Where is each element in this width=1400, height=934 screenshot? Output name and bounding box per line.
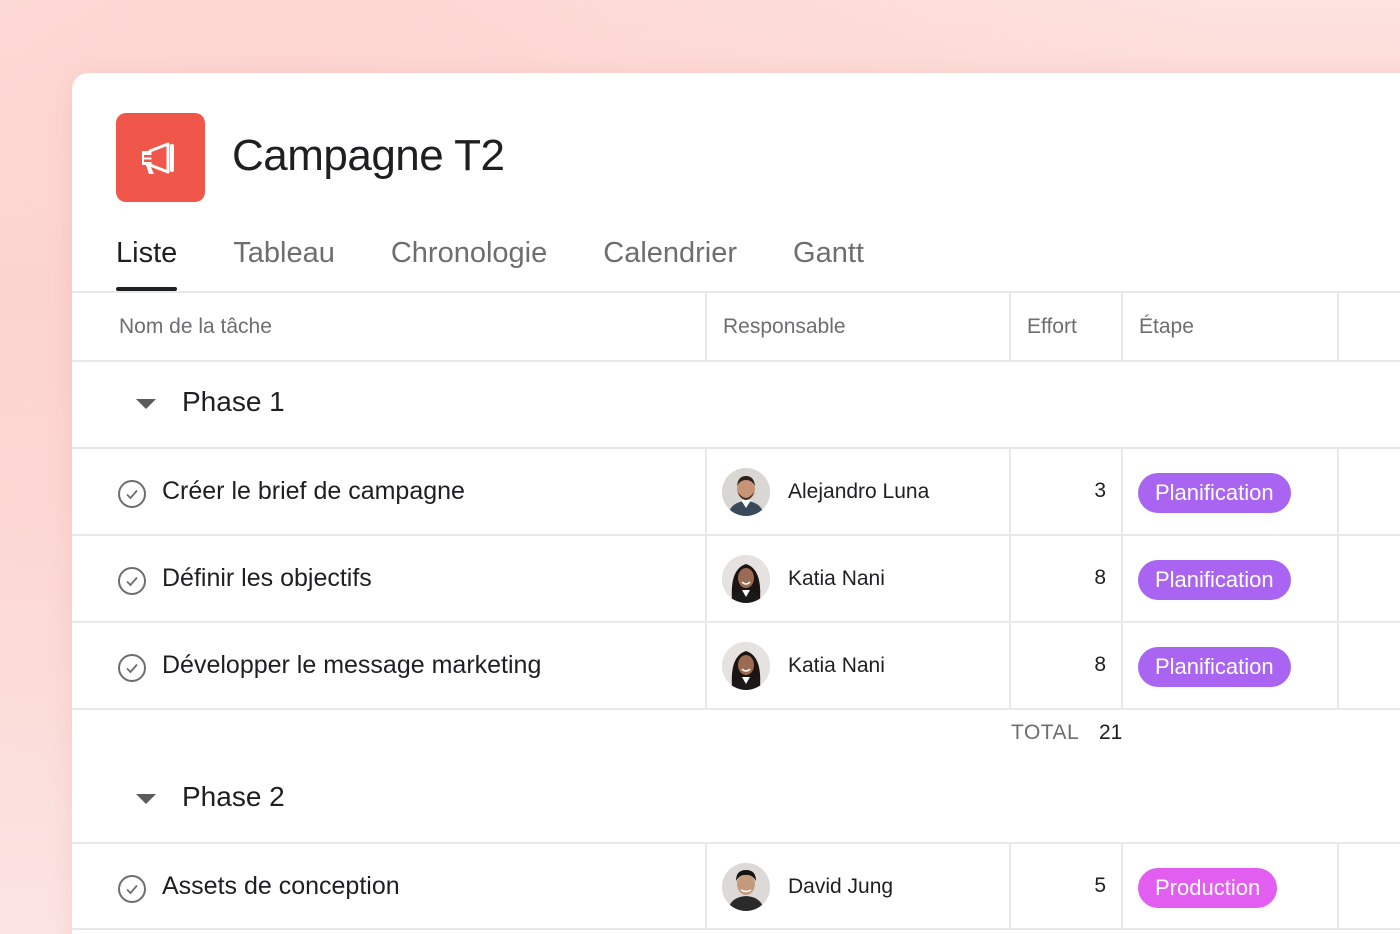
stage-badge[interactable]: Planification xyxy=(1138,560,1291,600)
effort-value[interactable]: 5 xyxy=(1010,874,1106,898)
project-panel: Campagne T2 Liste Tableau Chronologie Ca… xyxy=(72,73,1400,934)
avatar xyxy=(722,468,770,516)
section-header[interactable]: Phase 1 xyxy=(72,373,1400,433)
table-row[interactable]: Définir les objectifs Katia Nani 8 Plani… xyxy=(72,536,1400,622)
effort-value[interactable]: 3 xyxy=(1010,479,1106,503)
task-name[interactable]: Définir les objectifs xyxy=(162,564,372,593)
column-divider xyxy=(705,292,707,360)
task-name[interactable]: Assets de conception xyxy=(162,872,400,901)
table-row[interactable]: Assets de conception David Jung 5 Produc… xyxy=(72,844,1400,930)
check-circle-icon[interactable] xyxy=(118,567,146,595)
check-circle-icon[interactable] xyxy=(118,654,146,682)
avatar xyxy=(722,555,770,603)
check-circle-icon[interactable] xyxy=(118,875,146,903)
caret-down-icon[interactable] xyxy=(136,399,156,409)
tab-chronologie[interactable]: Chronologie xyxy=(391,231,547,291)
tab-tableau[interactable]: Tableau xyxy=(233,231,335,291)
check-circle-icon[interactable] xyxy=(118,480,146,508)
column-header-task[interactable]: Nom de la tâche xyxy=(119,315,272,339)
avatar xyxy=(722,863,770,911)
stage-badge[interactable]: Planification xyxy=(1138,473,1291,513)
stage-badge[interactable]: Production xyxy=(1138,868,1278,908)
column-header-assignee[interactable]: Responsable xyxy=(723,315,846,339)
column-divider xyxy=(1337,292,1339,360)
caret-down-icon[interactable] xyxy=(136,794,156,804)
task-name[interactable]: Développer le message marketing xyxy=(162,651,541,680)
column-divider xyxy=(1121,292,1123,360)
view-tabs: Liste Tableau Chronologie Calendrier Gan… xyxy=(116,231,920,291)
tab-liste[interactable]: Liste xyxy=(116,231,178,291)
column-divider xyxy=(1009,292,1011,360)
stage-badge[interactable]: Planification xyxy=(1138,647,1291,687)
header-divider xyxy=(72,360,1400,362)
assignee-name[interactable]: Katia Nani xyxy=(788,567,885,591)
section-header[interactable]: Phase 2 xyxy=(72,768,1400,828)
section-title: Phase 2 xyxy=(182,781,285,812)
tab-calendrier[interactable]: Calendrier xyxy=(603,231,737,291)
column-header-effort[interactable]: Effort xyxy=(1027,315,1077,339)
assignee-name[interactable]: David Jung xyxy=(788,875,893,899)
project-title: Campagne T2 xyxy=(232,131,505,180)
total-value: 21 xyxy=(1099,721,1123,744)
total-label: TOTAL xyxy=(1011,721,1080,744)
section-title: Phase 1 xyxy=(182,386,285,417)
tab-gantt[interactable]: Gantt xyxy=(793,231,864,291)
megaphone-icon xyxy=(141,142,174,174)
table-row[interactable]: Développer le message marketing Katia Na… xyxy=(72,623,1400,709)
assignee-name[interactable]: Katia Nani xyxy=(788,654,885,678)
project-icon[interactable] xyxy=(116,113,205,202)
column-header-stage[interactable]: Étape xyxy=(1139,315,1194,339)
assignee-name[interactable]: Alejandro Luna xyxy=(788,480,929,504)
effort-value[interactable]: 8 xyxy=(1010,566,1106,590)
avatar xyxy=(722,642,770,690)
effort-value[interactable]: 8 xyxy=(1010,653,1106,677)
task-name[interactable]: Créer le brief de campagne xyxy=(162,477,465,506)
table-row[interactable]: Créer le brief de campagne Alejandro Lun… xyxy=(72,449,1400,535)
tabs-divider xyxy=(72,291,1400,293)
